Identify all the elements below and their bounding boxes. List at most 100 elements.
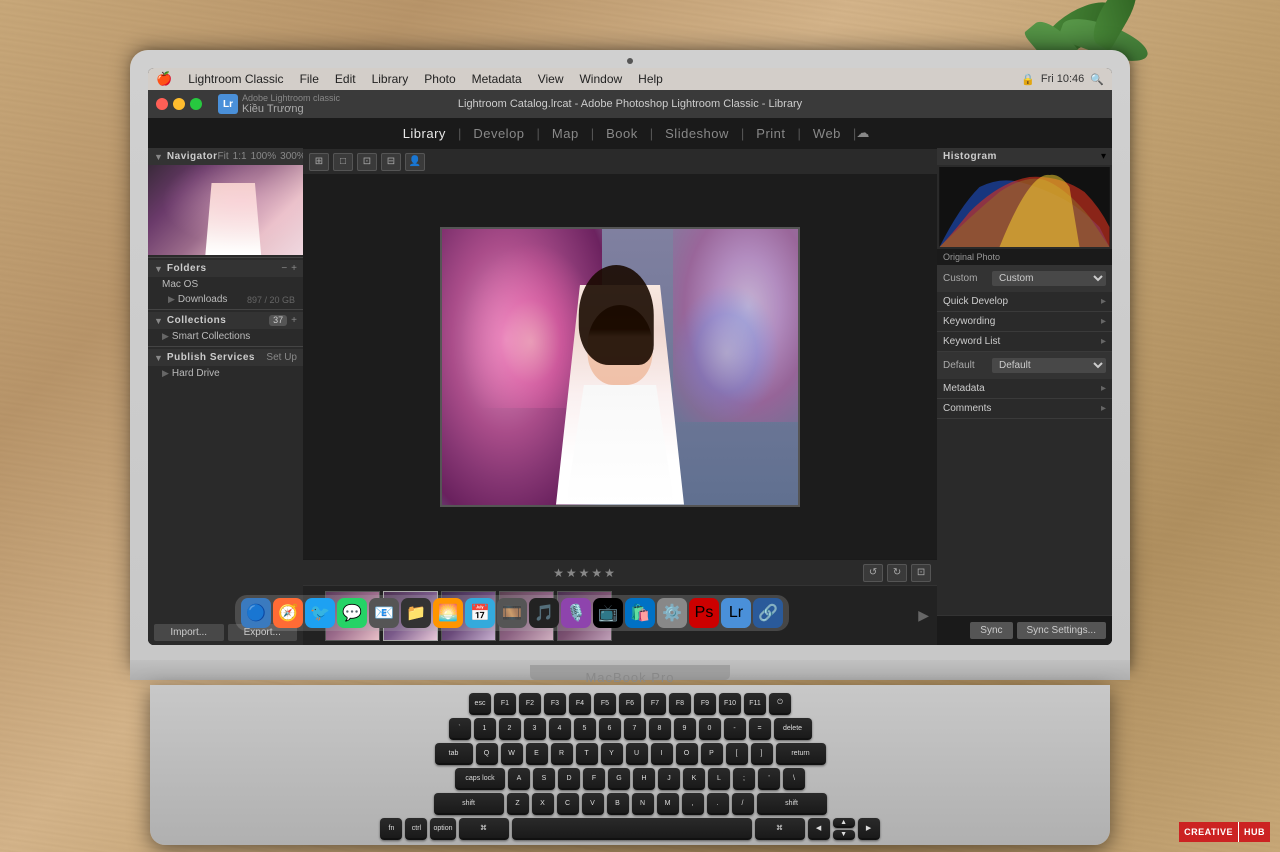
star-2[interactable]: ★ [566, 566, 577, 580]
folders-minus[interactable]: − [281, 263, 287, 274]
dock-icon-4[interactable]: 🎵 [529, 598, 559, 628]
key-7[interactable]: 7 [624, 718, 646, 740]
dock-icon-tv[interactable]: 📺 [593, 598, 623, 628]
dock-icon-podcast[interactable]: 🎙️ [561, 598, 591, 628]
key-shift-left[interactable]: shift [434, 793, 504, 815]
dock-icon-prefs[interactable]: ⚙️ [657, 598, 687, 628]
key-arrow-left[interactable]: ◀ [808, 818, 830, 840]
module-map[interactable]: Map [540, 122, 591, 145]
key-f[interactable]: F [583, 768, 605, 790]
key-c[interactable]: C [557, 793, 579, 815]
menu-window[interactable]: Window [575, 72, 626, 86]
zoom-fit[interactable]: Fit [218, 151, 229, 162]
key-power[interactable]: ⏻ [769, 693, 791, 715]
menu-metadata[interactable]: Metadata [468, 72, 526, 86]
key-4[interactable]: 4 [549, 718, 571, 740]
key-f7[interactable]: F7 [644, 693, 666, 715]
menu-edit[interactable]: Edit [331, 72, 360, 86]
key-arrow-right[interactable]: ▶ [858, 818, 880, 840]
key-backslash[interactable]: \ [783, 768, 805, 790]
key-o[interactable]: O [676, 743, 698, 765]
key-9[interactable]: 9 [674, 718, 696, 740]
dock-icon-photos[interactable]: 🌅 [433, 598, 463, 628]
key-l[interactable]: L [708, 768, 730, 790]
key-period[interactable]: . [707, 793, 729, 815]
dock-icon-3[interactable]: 🎞️ [497, 598, 527, 628]
menu-view[interactable]: View [534, 72, 568, 86]
key-arrow-down[interactable]: ▼ [833, 830, 855, 840]
key-capslock[interactable]: caps lock [455, 768, 505, 790]
dock-icon-twitter[interactable]: 🐦 [305, 598, 335, 628]
module-slideshow[interactable]: Slideshow [653, 122, 741, 145]
minimize-button[interactable] [173, 98, 185, 110]
key-f8[interactable]: F8 [669, 693, 691, 715]
folders-header[interactable]: ▼ Folders − + [148, 260, 303, 277]
key-8[interactable]: 8 [649, 718, 671, 740]
crop-btn[interactable]: ⊡ [911, 564, 931, 582]
rotate-left-btn[interactable]: ↺ [863, 564, 883, 582]
key-f4[interactable]: F4 [569, 693, 591, 715]
key-fn[interactable]: fn [380, 818, 402, 840]
dock-icon-messages[interactable]: 💬 [337, 598, 367, 628]
key-control[interactable]: ctrl [405, 818, 427, 840]
key-h[interactable]: H [633, 768, 655, 790]
star-rating[interactable]: ★ ★ ★ ★ ★ [553, 566, 615, 580]
key-w[interactable]: W [501, 743, 523, 765]
dock-icon-safari[interactable]: 🧭 [273, 598, 303, 628]
star-1[interactable]: ★ [553, 566, 564, 580]
sync-settings-button[interactable]: Sync Settings... [1017, 622, 1106, 639]
key-f5[interactable]: F5 [594, 693, 616, 715]
hard-drive-item[interactable]: ▶ Hard Drive [148, 366, 303, 381]
key-m[interactable]: M [657, 793, 679, 815]
key-2[interactable]: 2 [499, 718, 521, 740]
loupe-view-btn[interactable]: □ [333, 153, 353, 171]
key-g[interactable]: G [608, 768, 630, 790]
people-view-btn[interactable]: 👤 [405, 153, 425, 171]
dock-icon-2[interactable]: 📁 [401, 598, 431, 628]
key-b[interactable]: B [607, 793, 629, 815]
filmstrip-right-arrow[interactable]: ▶ [918, 607, 929, 624]
compare-view-btn[interactable]: ⊡ [357, 153, 377, 171]
sync-button[interactable]: Sync [970, 622, 1012, 639]
key-delete[interactable]: delete [774, 718, 812, 740]
menu-photo[interactable]: Photo [420, 72, 459, 86]
key-comma[interactable]: , [682, 793, 704, 815]
folders-plus[interactable]: + [291, 263, 297, 274]
module-develop[interactable]: Develop [461, 122, 536, 145]
key-t[interactable]: T [576, 743, 598, 765]
key-equals[interactable]: = [749, 718, 771, 740]
key-z[interactable]: Z [507, 793, 529, 815]
import-button[interactable]: Import... [154, 624, 224, 641]
module-book[interactable]: Book [594, 122, 650, 145]
key-command-left[interactable]: ⌘ [459, 818, 509, 840]
dock-icon-5[interactable]: 🔗 [753, 598, 783, 628]
smart-collections-item[interactable]: ▶ Smart Collections [148, 329, 303, 344]
key-x[interactable]: X [532, 793, 554, 815]
key-p[interactable]: P [701, 743, 723, 765]
dock-icon-lrc[interactable]: Lr [721, 598, 751, 628]
key-e[interactable]: E [526, 743, 548, 765]
publish-services-header[interactable]: ▼ Publish Services Set Up [148, 349, 303, 366]
key-y[interactable]: Y [601, 743, 623, 765]
key-j[interactable]: J [658, 768, 680, 790]
key-f11[interactable]: F11 [744, 693, 766, 715]
key-f2[interactable]: F2 [519, 693, 541, 715]
menu-help[interactable]: Help [634, 72, 667, 86]
key-return[interactable]: return [776, 743, 826, 765]
menu-file[interactable]: File [296, 72, 323, 86]
key-backtick[interactable]: ` [449, 718, 471, 740]
key-rbracket[interactable]: ] [751, 743, 773, 765]
key-1[interactable]: 1 [474, 718, 496, 740]
key-u[interactable]: U [626, 743, 648, 765]
key-r[interactable]: R [551, 743, 573, 765]
custom-dropdown[interactable]: Custom [992, 271, 1106, 286]
zoom-100pct[interactable]: 100% [251, 151, 277, 162]
zoom-300pct[interactable]: 300% [280, 151, 303, 162]
key-s[interactable]: S [533, 768, 555, 790]
metadata-item[interactable]: Metadata ▸ [937, 379, 1112, 399]
key-shift-right[interactable]: shift [757, 793, 827, 815]
navigator-header[interactable]: ▼ Navigator Fit 1:1 100% 300% [148, 148, 303, 165]
dock-icon-1[interactable]: 📧 [369, 598, 399, 628]
grid-view-btn[interactable]: ⊞ [309, 153, 329, 171]
dock-icon-ps[interactable]: Ps [689, 598, 719, 628]
